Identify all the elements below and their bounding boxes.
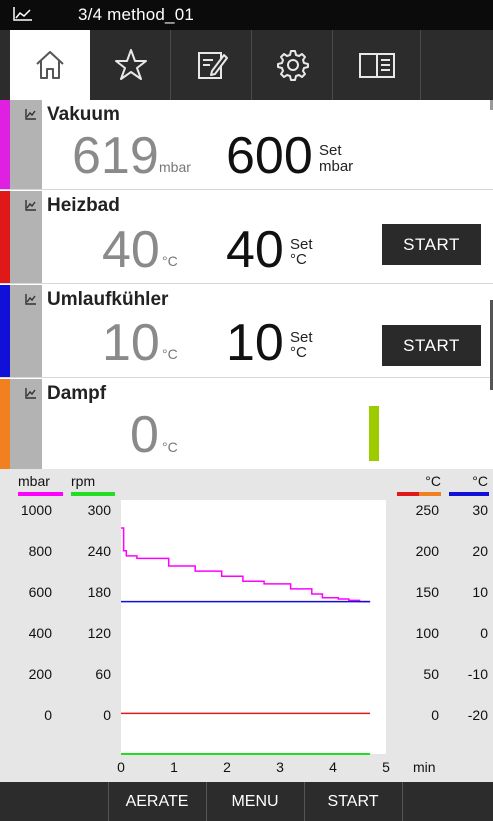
tab-bar — [0, 30, 493, 100]
panel-vakuum[interactable]: Vakuum 619 mbar 600 Set mbar — [0, 100, 493, 190]
x-axis-unit: min — [413, 759, 436, 775]
dampf-color-stripe — [0, 379, 10, 469]
chart-mini-icon[interactable] — [25, 108, 37, 120]
umlauf-setpoint[interactable]: 10 — [226, 317, 284, 369]
chart-mini-icon[interactable] — [25, 387, 37, 399]
method-title: 3/4 method_01 — [78, 5, 195, 24]
start-button[interactable]: START — [304, 782, 401, 821]
y-tick-rpm: 240 — [88, 543, 112, 559]
trend-chart[interactable]: mbar rpm °C °C 1000 800 600 400 200 0 300 240 180 120… — [0, 469, 493, 782]
y-tick-mbar: 200 — [29, 666, 53, 682]
axis-color-rpm — [71, 492, 115, 496]
x-tick-label: 0 — [117, 759, 125, 775]
axis-color-heat-c-2 — [419, 492, 441, 496]
y-tick-cool-c: -10 — [468, 666, 488, 682]
y-tick-cool-c: 30 — [472, 502, 488, 518]
vakuum-value: 619 — [72, 127, 159, 185]
dampf-level-indicator — [369, 406, 379, 461]
book-icon — [359, 53, 395, 78]
bottom-bar: AERATE MENU START — [0, 782, 493, 821]
panel-dampf[interactable]: Dampf 0 °C — [0, 379, 493, 469]
y-tick-rpm: 0 — [103, 707, 111, 723]
axis-color-cool-c — [449, 492, 489, 496]
y-tick-heat-c: 0 — [431, 707, 439, 723]
tab-home[interactable] — [10, 30, 90, 100]
vakuum-setpoint[interactable]: 600 — [226, 130, 313, 182]
axis-color-heat-c-1 — [397, 492, 419, 496]
y-tick-heat-c: 250 — [416, 502, 440, 518]
aerate-button[interactable]: AERATE — [108, 782, 205, 821]
chart-mini-icon[interactable] — [25, 199, 37, 211]
y-tick-heat-c: 150 — [416, 584, 440, 600]
y-tick-heat-c: 50 — [423, 666, 439, 682]
plot-area — [121, 500, 386, 754]
edit-icon — [197, 52, 228, 79]
tab-edit[interactable] — [172, 30, 252, 100]
vakuum-label: Vakuum — [47, 104, 120, 125]
y-tick-cool-c: 20 — [472, 543, 488, 559]
umlauf-color-stripe — [0, 285, 10, 377]
axis-label-cool-c: °C — [472, 473, 488, 489]
y-tick-heat-c: 200 — [416, 543, 440, 559]
chart-icon[interactable] — [12, 6, 34, 22]
y-tick-cool-c: -20 — [468, 707, 488, 723]
dampf-value: 0 — [130, 406, 159, 464]
x-tick-label: 4 — [329, 759, 337, 775]
gear-icon — [276, 50, 309, 81]
panel-umlaufkuehler[interactable]: Umlaufkühler 10 °C 10 Set °C START — [0, 285, 493, 378]
umlauf-label: Umlaufkühler — [47, 289, 169, 310]
x-tick-label: 1 — [170, 759, 178, 775]
tab-settings[interactable] — [253, 30, 333, 100]
menu-button[interactable]: MENU — [206, 782, 303, 821]
umlauf-set-label: Set — [290, 329, 313, 346]
chart-mini-icon[interactable] — [25, 293, 37, 305]
umlauf-set-unit: °C — [290, 344, 307, 361]
heizbad-label: Heizbad — [47, 195, 120, 216]
heizbad-setpoint[interactable]: 40 — [226, 224, 284, 276]
y-tick-cool-c: 0 — [480, 625, 488, 641]
umlauf-value: 10 — [102, 314, 160, 372]
tab-favorites[interactable] — [91, 30, 171, 100]
axis-color-mbar — [18, 492, 63, 496]
y-tick-rpm: 120 — [88, 625, 112, 641]
y-tick-mbar: 800 — [29, 543, 53, 559]
tab-manual[interactable] — [334, 30, 421, 100]
axis-label-heat-c: °C — [425, 473, 441, 489]
y-tick-rpm: 180 — [88, 584, 112, 600]
y-tick-mbar: 600 — [29, 584, 53, 600]
y-tick-mbar: 0 — [44, 707, 52, 723]
home-icon — [36, 51, 64, 79]
y-tick-cool-c: 10 — [472, 584, 488, 600]
heizbad-unit: °C — [162, 253, 178, 269]
heizbad-set-unit: °C — [290, 251, 307, 268]
heizbad-color-stripe — [0, 191, 10, 283]
bottom-empty-slot — [402, 782, 493, 821]
panel-heizbad[interactable]: Heizbad 40 °C 40 Set °C START — [0, 191, 493, 284]
vakuum-set-label: Set — [319, 142, 342, 159]
trend-chart-svg: mbar rpm °C °C10008006004002000300240180120… — [18, 473, 489, 775]
axis-label-rpm: rpm — [71, 473, 95, 489]
star-icon — [114, 49, 147, 80]
y-tick-rpm: 60 — [95, 666, 111, 682]
heizbad-set-label: Set — [290, 236, 313, 253]
vakuum-unit: mbar — [159, 159, 191, 175]
heizbad-start-button[interactable]: START — [382, 224, 481, 265]
x-tick-label: 5 — [382, 759, 390, 775]
axis-label-mbar: mbar — [18, 473, 50, 489]
x-tick-label: 2 — [223, 759, 231, 775]
y-tick-mbar: 400 — [29, 625, 53, 641]
umlauf-start-button[interactable]: START — [382, 325, 481, 366]
vakuum-color-stripe — [0, 100, 10, 189]
vakuum-set-unit: mbar — [319, 158, 354, 175]
x-tick-label: 3 — [276, 759, 284, 775]
y-tick-mbar: 1000 — [21, 502, 52, 518]
dampf-label: Dampf — [47, 383, 107, 404]
umlauf-unit: °C — [162, 346, 178, 362]
y-tick-rpm: 300 — [88, 502, 112, 518]
heizbad-value: 40 — [102, 221, 160, 279]
dampf-unit: °C — [162, 439, 178, 455]
y-tick-heat-c: 100 — [416, 625, 440, 641]
title-bar: 3/4 method_01 — [0, 0, 493, 30]
